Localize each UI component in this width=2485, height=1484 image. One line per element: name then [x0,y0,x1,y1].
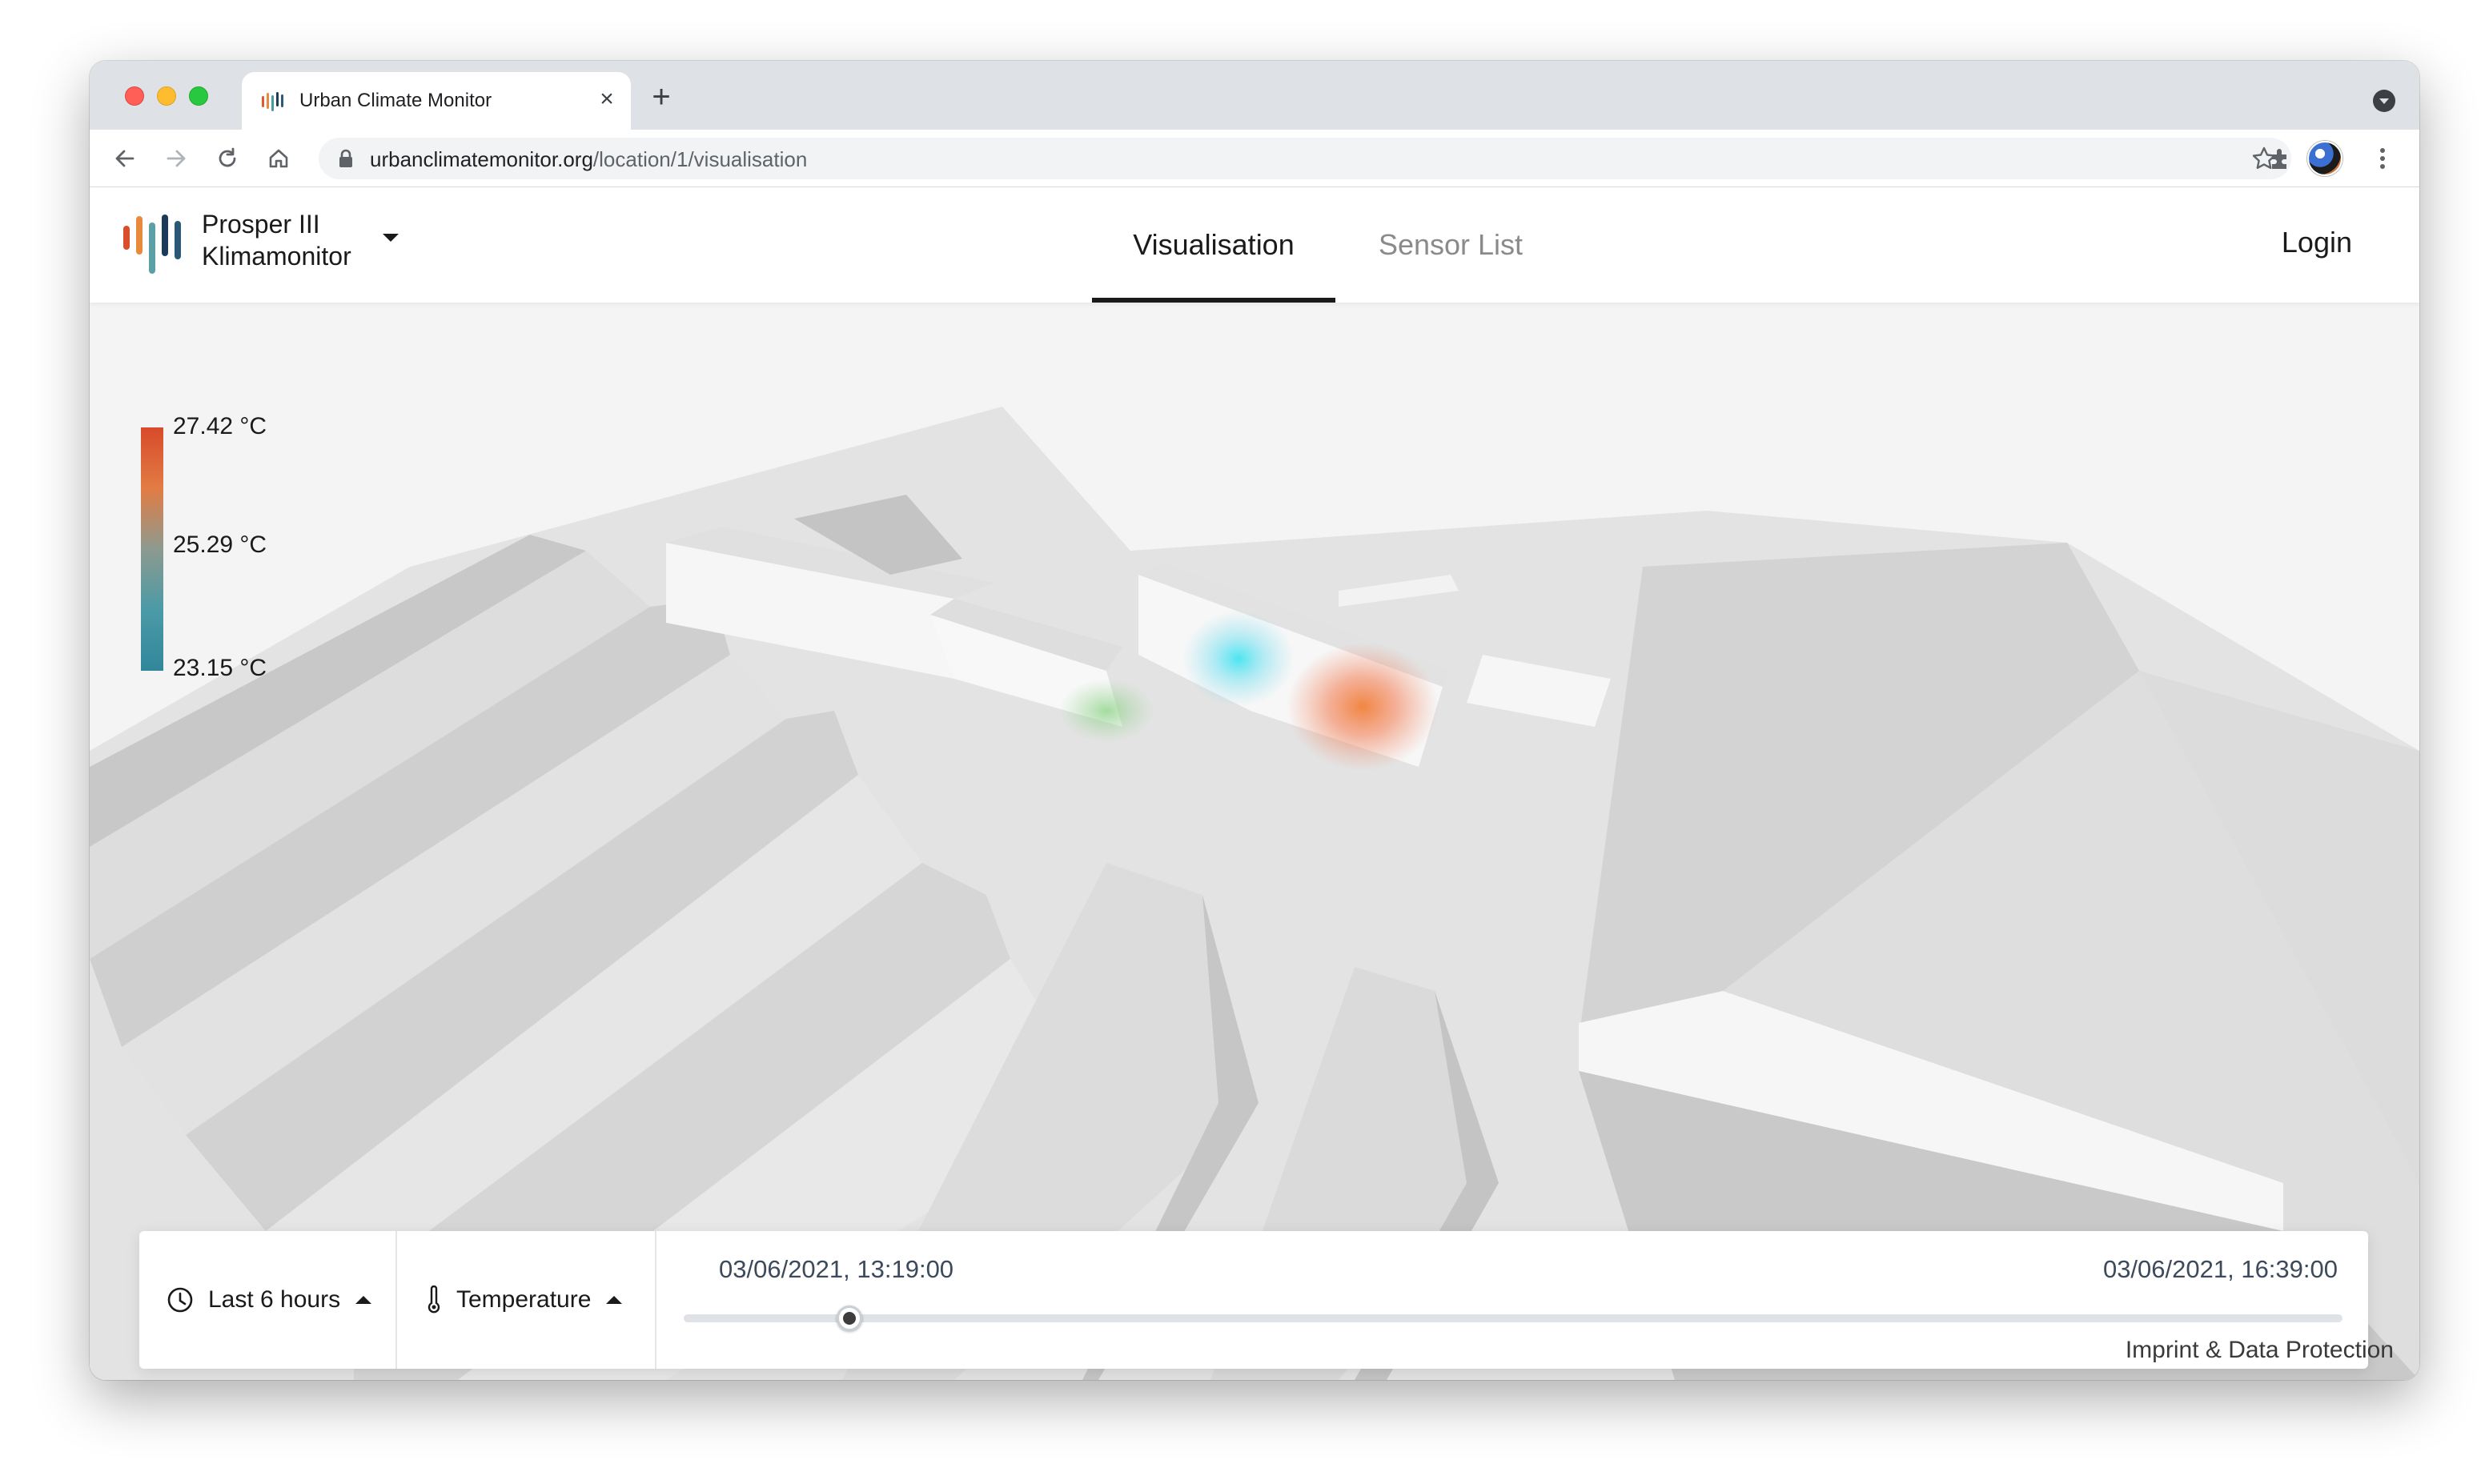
map-viewport[interactable]: 27.42 °C 25.29 °C 23.15 °C Last 6 hours [90,303,2419,1380]
extensions-icon[interactable] [2262,141,2298,176]
url-path: /location/1/visualisation [592,147,808,171]
site-favicon-icon [262,92,283,111]
tab-strip: Urban Climate Monitor × + [90,61,2419,130]
forward-icon[interactable] [159,141,194,176]
legend-min-label: 23.15 °C [173,655,267,681]
temperature-legend-bar [141,427,163,671]
time-slider-thumb[interactable] [837,1306,863,1331]
tab-title: Urban Climate Monitor [299,90,492,111]
legend-mid-label: 25.29 °C [173,531,267,558]
address-bar[interactable]: urbanclimatemonitor.org/location/1/visua… [319,138,2291,179]
time-range-dropdown[interactable]: Last 6 hours [139,1231,397,1369]
reload-icon[interactable] [210,141,245,176]
brand-line2: Klimamonitor [202,242,351,271]
home-icon[interactable] [261,141,296,176]
time-slider-area: 03/06/2021, 13:19:00 03/06/2021, 16:39:0… [656,1231,2368,1369]
thermometer-icon [428,1285,440,1314]
site-header: Prosper III Klimamonitor Visualisation S… [90,187,2419,303]
caret-up-icon [606,1296,623,1304]
tab-visualisation[interactable]: Visualisation [1092,187,1335,303]
metric-dropdown[interactable]: Temperature [397,1231,656,1369]
slider-start-time: 03/06/2021, 13:19:00 [719,1255,954,1283]
brand-line1: Prosper III [202,210,320,239]
caret-up-icon [355,1296,372,1304]
time-slider-track[interactable] [684,1306,2342,1331]
clock-icon [167,1287,193,1313]
maximize-window-button[interactable] [189,86,208,106]
time-range-label: Last 6 hours [208,1286,341,1313]
city-3d-scene[interactable] [90,303,2419,1380]
url-domain: urbanclimatemonitor.org [370,147,593,171]
login-link[interactable]: Login [2282,226,2352,259]
new-tab-icon[interactable]: + [645,81,677,114]
minimize-window-button[interactable] [157,86,176,106]
lock-icon [339,149,352,167]
close-tab-icon[interactable]: × [594,86,620,112]
back-icon[interactable] [107,141,143,176]
chevron-down-icon[interactable] [381,232,400,243]
brand-name[interactable]: Prosper III Klimamonitor [202,208,351,272]
browser-tab[interactable]: Urban Climate Monitor × [242,72,631,130]
time-control-panel: Last 6 hours Temperature 03/06/2021, 13:… [139,1231,2368,1369]
profile-avatar[interactable] [2307,141,2342,176]
slider-end-time: 03/06/2021, 16:39:00 [2102,1255,2338,1283]
tab-sensor-list[interactable]: Sensor List [1359,187,1542,303]
url-text: urbanclimatemonitor.org/location/1/visua… [370,147,807,172]
legend-max-label: 27.42 °C [173,413,267,439]
logo-icon[interactable] [122,208,191,277]
browser-toolbar: urbanclimatemonitor.org/location/1/visua… [90,130,2419,187]
imprint-link[interactable]: Imprint & Data Protection [2126,1337,2394,1364]
metric-label: Temperature [456,1286,592,1313]
menu-icon[interactable] [2365,141,2400,176]
close-window-button[interactable] [125,86,144,106]
tab-search-icon[interactable] [2373,90,2395,112]
browser-window: Urban Climate Monitor × + urbanclimatemo… [90,61,2419,1380]
